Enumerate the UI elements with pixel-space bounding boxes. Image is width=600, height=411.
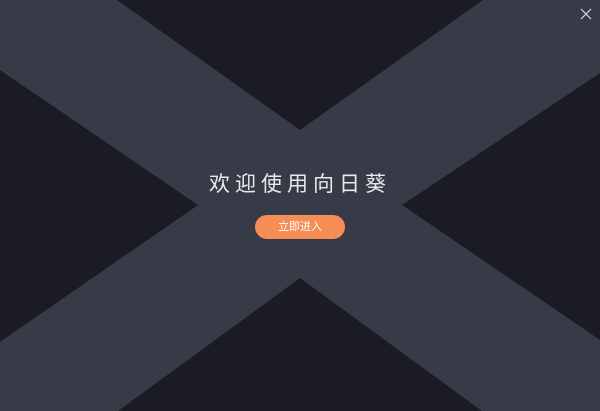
close-button[interactable]	[578, 6, 594, 22]
close-icon	[580, 8, 592, 20]
welcome-title: 欢迎使用向日葵	[209, 172, 391, 196]
welcome-window: 欢迎使用向日葵 立即进入	[0, 0, 600, 411]
enter-now-button[interactable]: 立即进入	[255, 215, 345, 239]
background-x-graphic	[0, 0, 600, 411]
